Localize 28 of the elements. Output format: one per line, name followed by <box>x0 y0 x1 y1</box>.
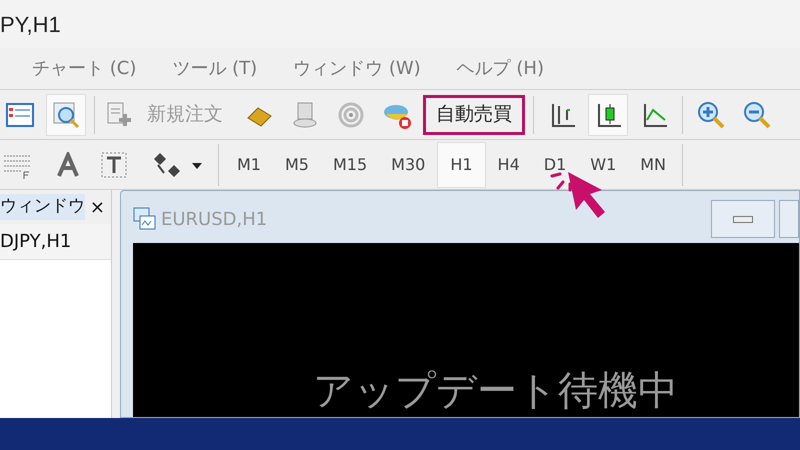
timeframe-button[interactable]: H4 <box>486 142 532 188</box>
timeframe-button[interactable]: MN <box>628 142 678 188</box>
chart-window-icon <box>133 207 157 231</box>
timeframe-button[interactable]: W1 <box>578 142 628 188</box>
timeframe-button[interactable]: M1 <box>225 142 273 188</box>
timeframe-button[interactable]: M5 <box>272 142 321 188</box>
timeframe-button[interactable]: M30 <box>379 142 438 188</box>
chart-search-icon <box>51 100 81 130</box>
timeframe-button[interactable]: M15 <box>320 142 380 188</box>
chart-list-item[interactable]: DJPY,H1 <box>0 224 111 260</box>
timeframe-button[interactable]: H1 <box>437 142 486 188</box>
close-button[interactable]: × <box>90 194 105 220</box>
window-title: PY,H1 <box>0 10 61 38</box>
zoom-out-icon <box>742 100 772 130</box>
menu-item[interactable]: ウィンドウ (W) <box>293 55 421 82</box>
zoom-in-icon <box>696 100 726 130</box>
menu-item[interactable]: ヘルプ (H) <box>456 55 544 82</box>
minimize-button[interactable] <box>711 200 775 238</box>
panel-title: ウィンドウ <box>0 194 85 220</box>
menu-item[interactable]: チャート (C) <box>32 55 136 82</box>
menu-item[interactable]: ツール (T) <box>172 55 258 82</box>
highlighted-toolbar-button[interactable]: 自動売買 <box>423 94 525 134</box>
text-box-icon <box>100 150 128 178</box>
timeframe-button[interactable]: D1 <box>532 142 578 188</box>
chart-window-title: EURUSD,H1 <box>161 208 268 232</box>
chart-status-text: アップデート待機中 <box>313 371 678 411</box>
toolbar-icon-button[interactable] <box>588 94 628 136</box>
text-a-icon <box>56 152 80 178</box>
